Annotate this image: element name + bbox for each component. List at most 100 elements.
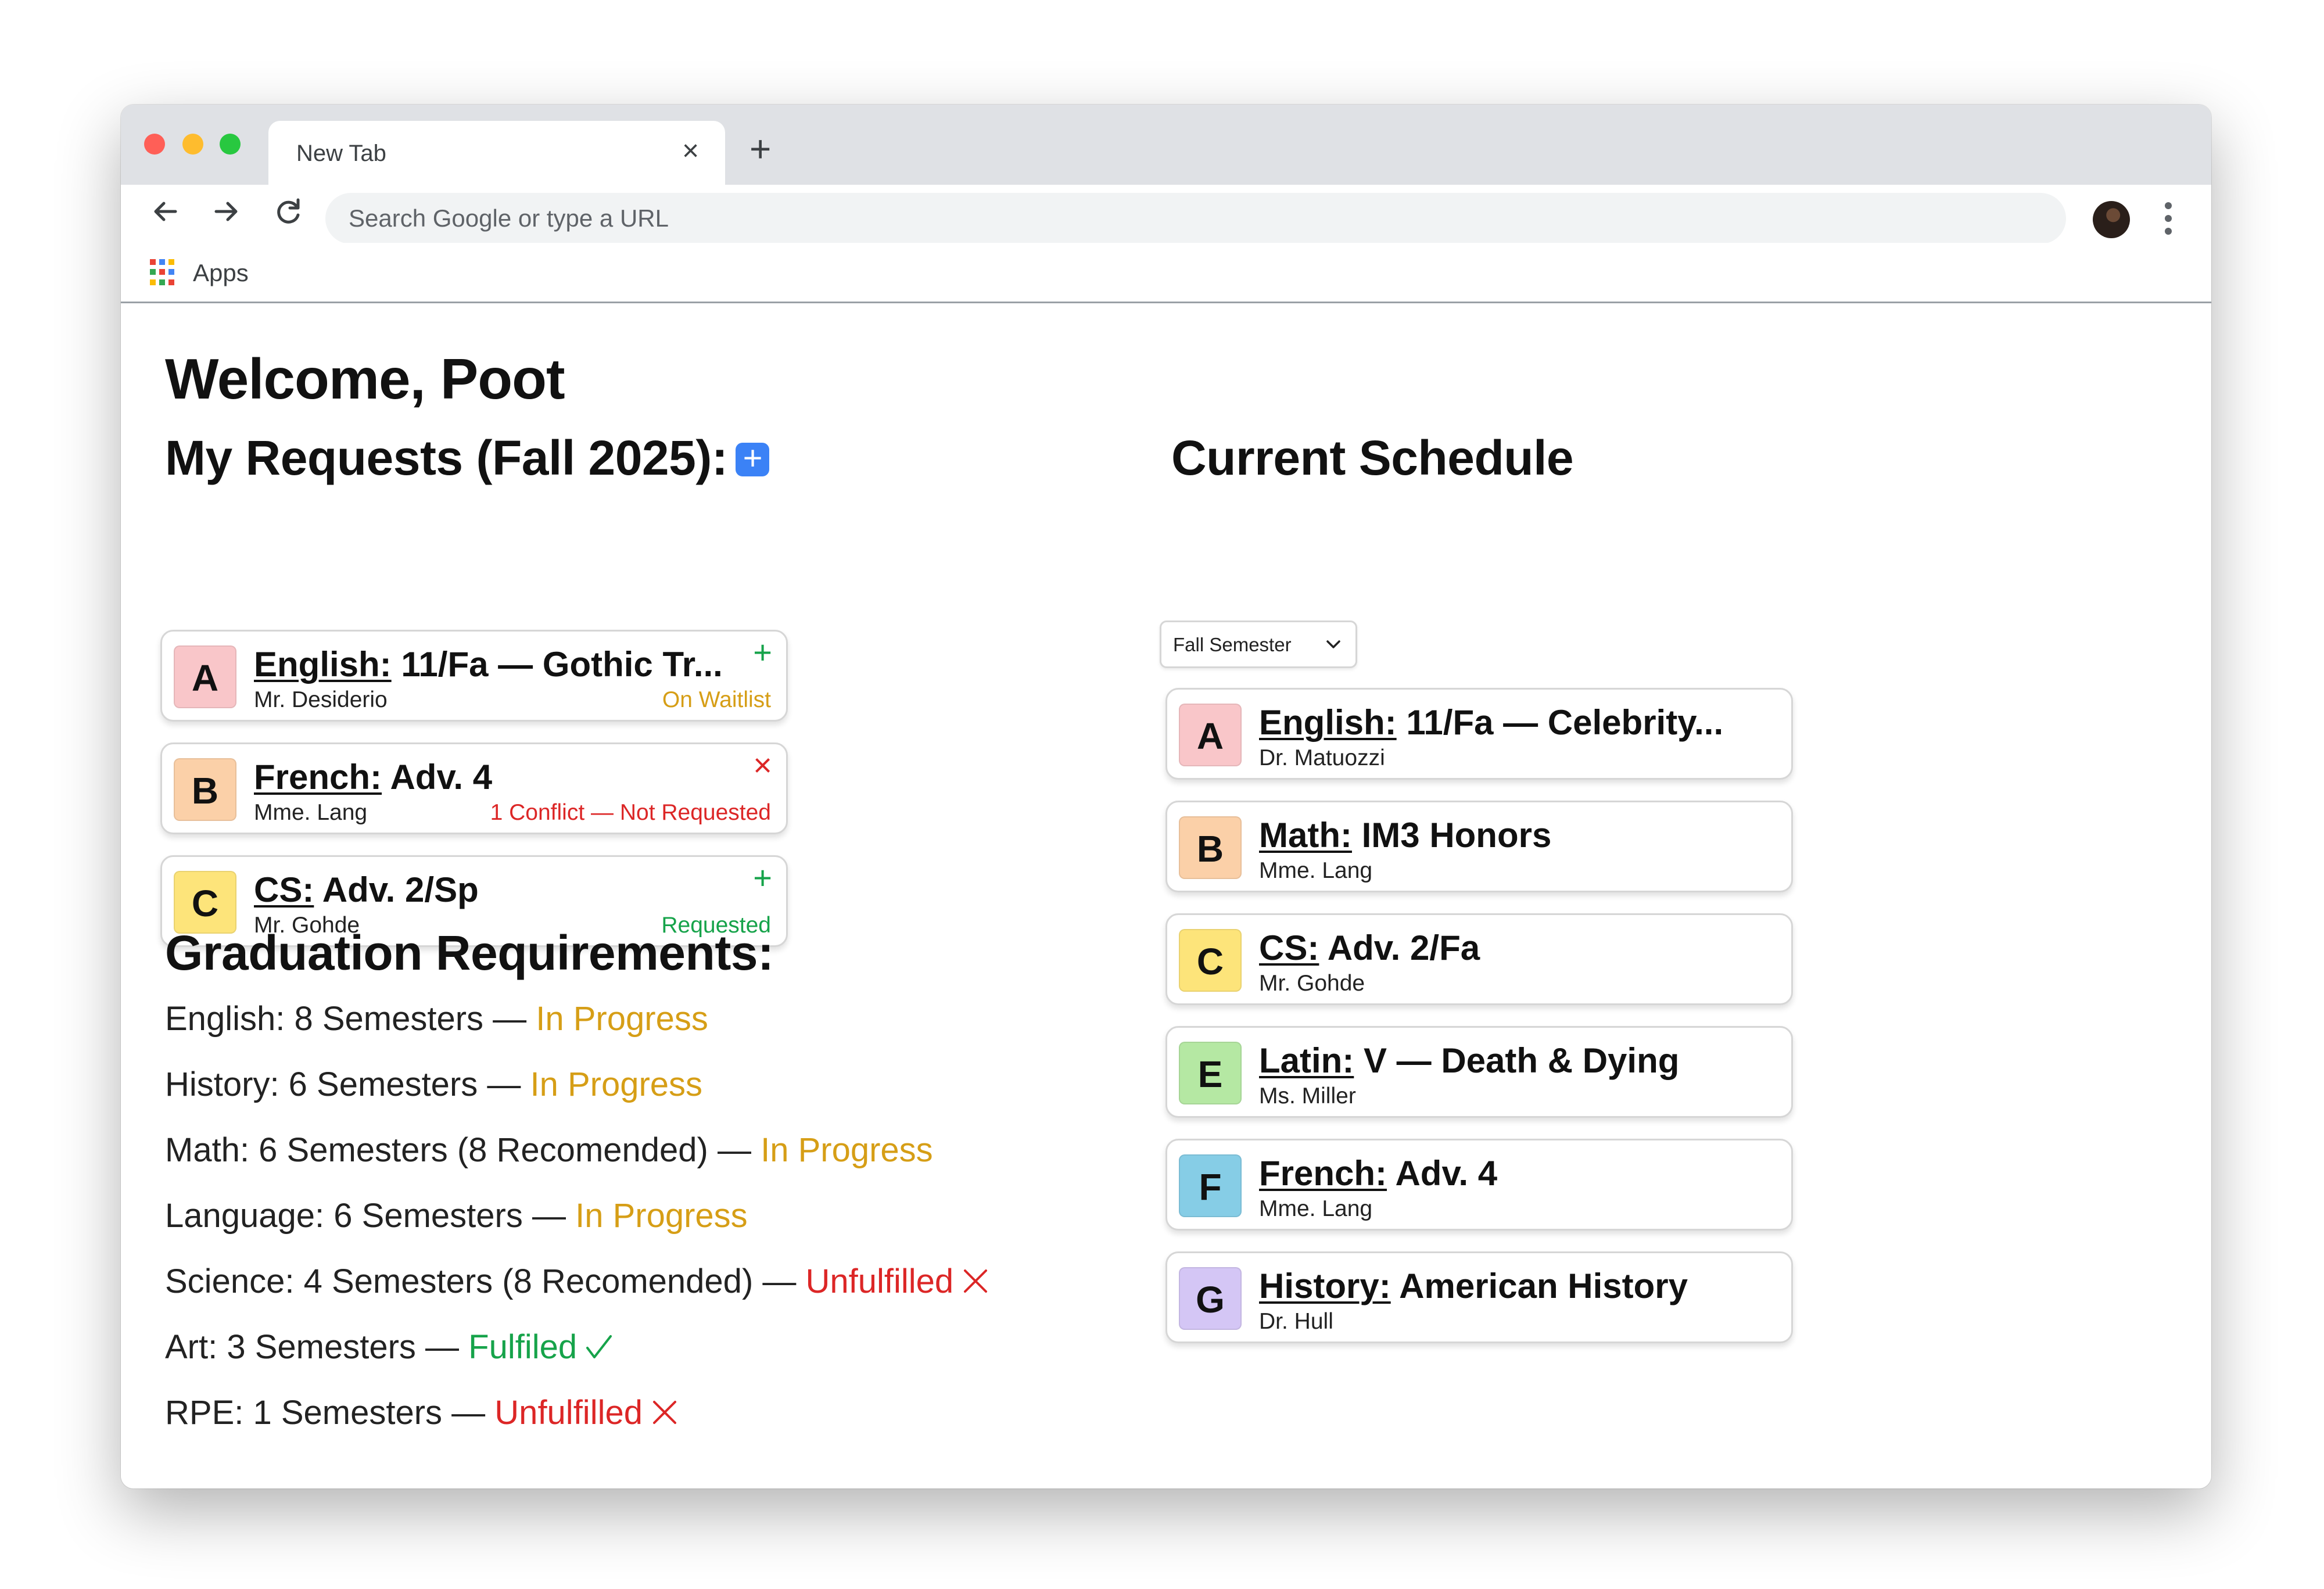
browser-window: New Tab × + Apps Welcome, Poot My R — [121, 105, 2211, 1488]
course-name: 11/Fa — Celebrity... — [1396, 703, 1724, 742]
schedule-card[interactable]: B Math: IM3 Honors Mme. Lang — [1165, 801, 1793, 892]
schedule-card[interactable]: F French: Adv. 4 Mme. Lang — [1165, 1139, 1793, 1231]
requirement-item: Science: 4 Semesters (8 Recomended) — Un… — [165, 1262, 991, 1301]
apps-grid-icon[interactable] — [150, 259, 177, 286]
request-status: On Waitlist — [662, 687, 771, 712]
requirement-label: History: 6 Semesters — — [165, 1066, 530, 1103]
block-badge: E — [1179, 1042, 1242, 1104]
requirement-item: Language: 6 Semesters — In Progress — [165, 1196, 748, 1235]
course-subject-link[interactable]: French: — [254, 758, 382, 797]
schedule-card[interactable]: G History: American History Dr. Hull — [1165, 1251, 1793, 1343]
requirement-status: In Progress — [575, 1197, 748, 1235]
requests-title: My Requests (Fall 2025): — [165, 431, 728, 485]
course-name: V — Death & Dying — [1354, 1041, 1680, 1080]
browser-toolbar — [121, 185, 2211, 244]
requirement-label: English: 8 Semesters — — [165, 1000, 536, 1038]
requests-card[interactable]: B French: Adv. 4 Mme. Lang 1 Conflict — Not… — [160, 743, 788, 834]
course-title: English: 11/Fa — Celebrity... — [1259, 702, 1723, 743]
course-name: IM3 Honors — [1351, 816, 1552, 855]
course-subject-link[interactable]: Latin: — [1259, 1041, 1354, 1080]
tab-close-icon[interactable]: × — [682, 136, 699, 165]
block-badge: G — [1179, 1267, 1242, 1330]
course-subject-link[interactable]: CS: — [1259, 928, 1319, 967]
course-name: Adv. 2/Fa — [1319, 928, 1480, 967]
add-icon[interactable]: + — [753, 862, 772, 894]
block-badge: B — [174, 758, 236, 821]
teacher-name: Mme. Lang — [1259, 1196, 1373, 1221]
requirement-item: History: 6 Semesters — In Progress — [165, 1065, 702, 1104]
requirement-status: Unfulfilled — [494, 1394, 643, 1432]
requirement-status: Fulfiled — [468, 1328, 578, 1366]
course-name: Adv. 4 — [1387, 1154, 1498, 1193]
add-request-button[interactable]: + — [736, 441, 770, 476]
course-subject-link[interactable]: CS: — [254, 870, 314, 909]
profile-avatar[interactable] — [2093, 201, 2130, 238]
remove-icon[interactable]: × — [753, 749, 772, 781]
welcome-heading: Welcome, Poot — [165, 347, 565, 411]
course-title: Latin: V — Death & Dying — [1259, 1041, 1679, 1081]
semester-select-value: Fall Semester — [1173, 634, 1292, 655]
bookmarks-bar: Apps — [121, 243, 2211, 303]
requirement-item: English: 8 Semesters — In Progress — [165, 999, 708, 1038]
teacher-name: Mme. Lang — [1259, 858, 1373, 883]
minimize-window-button[interactable] — [182, 134, 203, 155]
course-subject-link[interactable]: English: — [254, 645, 392, 684]
new-tab-button[interactable]: + — [749, 130, 771, 167]
course-subject-link[interactable]: History: — [1259, 1267, 1391, 1305]
tab-strip: New Tab × + — [121, 105, 2211, 185]
course-subject-link[interactable]: French: — [1259, 1154, 1387, 1193]
close-window-button[interactable] — [144, 134, 165, 155]
course-title: English: 11/Fa — Gothic Tr... — [254, 644, 723, 684]
course-subject-link[interactable]: English: — [1259, 703, 1397, 742]
block-badge: F — [1179, 1154, 1242, 1217]
schedule-card[interactable]: A English: 11/Fa — Celebrity... Dr. Matuoz… — [1165, 688, 1793, 780]
requests-card[interactable]: A English: 11/Fa — Gothic Tr... Mr. Deside… — [160, 630, 788, 722]
apps-bookmark[interactable]: Apps — [193, 259, 249, 287]
page-content: Welcome, Poot My Requests (Fall 2025): + … — [121, 304, 2211, 1488]
requests-heading: My Requests (Fall 2025): + — [165, 430, 770, 486]
forward-icon[interactable] — [208, 193, 245, 230]
requirement-label: Math: 6 Semesters (8 Recomended) — — [165, 1131, 761, 1169]
course-name: Adv. 2/Sp — [314, 870, 479, 909]
reload-icon[interactable] — [270, 193, 307, 230]
maximize-window-button[interactable] — [220, 134, 241, 155]
tab-title: New Tab — [296, 141, 386, 166]
course-title: CS: Adv. 2/Fa — [1259, 928, 1480, 968]
requirement-label: RPE: 1 Semesters — — [165, 1394, 495, 1432]
teacher-name: Dr. Matuozzi — [1259, 745, 1385, 770]
teacher-name: Ms. Miller — [1259, 1084, 1356, 1109]
semester-select[interactable]: Fall Semester — [1160, 620, 1357, 668]
add-icon[interactable]: + — [753, 636, 772, 669]
block-badge: A — [174, 645, 236, 708]
requirement-status: In Progress — [536, 1000, 708, 1038]
cross-icon — [964, 1269, 988, 1293]
teacher-name: Mr. Desiderio — [254, 687, 388, 712]
course-title: Math: IM3 Honors — [1259, 815, 1551, 855]
chevron-down-icon — [1326, 640, 1340, 648]
teacher-name: Mme. Lang — [254, 800, 368, 825]
schedule-heading: Current Schedule — [1171, 431, 1574, 485]
block-badge: C — [1179, 929, 1242, 992]
block-badge: C — [174, 871, 236, 934]
address-input[interactable] — [349, 193, 2033, 244]
course-name: Adv. 4 — [382, 758, 493, 797]
cross-icon — [652, 1401, 676, 1424]
schedule-card[interactable]: E Latin: V — Death & Dying Ms. Miller — [1165, 1026, 1793, 1118]
more-menu-icon[interactable] — [2162, 200, 2174, 241]
block-badge: B — [1179, 816, 1242, 879]
course-title: History: American History — [1259, 1266, 1688, 1306]
requirement-item: Math: 6 Semesters (8 Recomended) — In Pr… — [165, 1131, 933, 1170]
back-icon[interactable] — [146, 193, 184, 230]
tab-new-tab[interactable]: New Tab × — [268, 121, 725, 185]
requirement-label: Science: 4 Semesters (8 Recomended) — — [165, 1262, 806, 1300]
requirement-label: Art: 3 Semesters — — [165, 1328, 469, 1366]
schedule-card[interactable]: C CS: Adv. 2/Fa Mr. Gohde — [1165, 913, 1793, 1005]
requirement-item: RPE: 1 Semesters — Unfulfilled — [165, 1393, 680, 1432]
course-subject-link[interactable]: Math: — [1259, 816, 1352, 855]
course-title: CS: Adv. 2/Sp — [254, 870, 479, 910]
requirement-status: Unfulfilled — [805, 1262, 954, 1300]
block-badge: A — [1179, 704, 1242, 766]
requirement-item: Art: 3 Semesters — Fulfiled — [165, 1328, 614, 1366]
address-bar[interactable] — [325, 193, 2066, 244]
check-icon — [586, 1335, 612, 1358]
